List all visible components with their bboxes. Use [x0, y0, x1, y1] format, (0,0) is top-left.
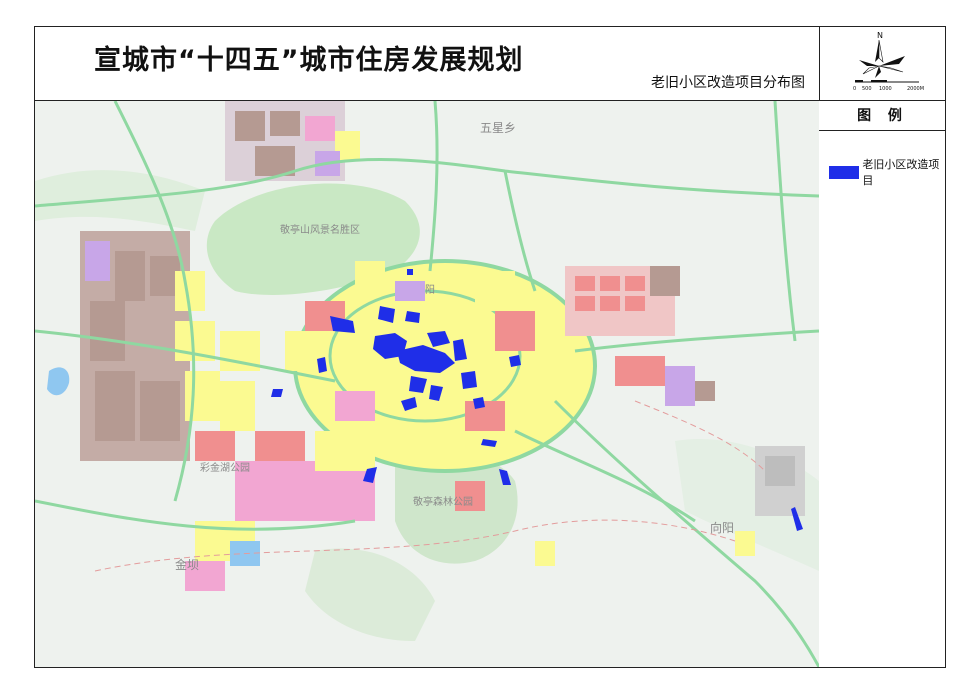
renovation-block	[461, 371, 477, 389]
map-area: 五星乡 敬亭山风景名胜区 彩金湖公园 敬亭森林公园 向阳 金坝 阳	[35, 101, 819, 667]
renovation-block	[473, 397, 485, 409]
label-jinba: 金坝	[175, 558, 200, 572]
map-title: 宣城市“十四五”城市住房发展规划	[94, 45, 524, 76]
renovation-block	[407, 269, 413, 275]
label-yang: 阳	[425, 285, 435, 296]
label-wuxing: 五星乡	[480, 121, 517, 135]
map-subtitle: 老旧小区改造项目分布图	[651, 75, 805, 91]
label-xiangyang: 向阳	[710, 521, 735, 535]
land-use-map	[35, 101, 819, 667]
scale-label-500: 500	[862, 86, 872, 92]
title-bar: 宣城市“十四五”城市住房发展规划 老旧小区改造项目分布图	[34, 26, 820, 101]
legend-swatch	[829, 165, 860, 179]
renovation-block	[271, 389, 283, 397]
scale-label-2000: 2000M	[907, 86, 924, 92]
renovation-block	[405, 311, 420, 323]
label-jingting: 敬亭山风景名胜区	[280, 225, 360, 236]
scale-label-0: 0	[853, 86, 856, 92]
renovation-block	[509, 355, 521, 367]
legend-panel: N 0 500 1000 2000M 图 例 老旧小区改造项目	[819, 26, 946, 668]
scale-label-1000: 1000	[879, 86, 892, 92]
legend-item-renovation: 老旧小区改造项目	[829, 156, 946, 188]
north-arrow-icon: N 0 500 1000 2000M	[853, 31, 924, 92]
label-forest: 敬亭森林公园	[413, 497, 473, 508]
legend-heading: 图 例	[819, 101, 946, 131]
north-label: N	[877, 31, 883, 40]
label-yanhu: 彩金湖公园	[200, 463, 250, 474]
legend-label-renovation: 老旧小区改造项目	[862, 158, 940, 187]
map-sheet: 宣城市“十四五”城市住房发展规划 老旧小区改造项目分布图 N 0 500 100…	[0, 0, 980, 692]
north-arrow-box: N 0 500 1000 2000M	[819, 26, 946, 101]
north-district	[225, 101, 360, 181]
